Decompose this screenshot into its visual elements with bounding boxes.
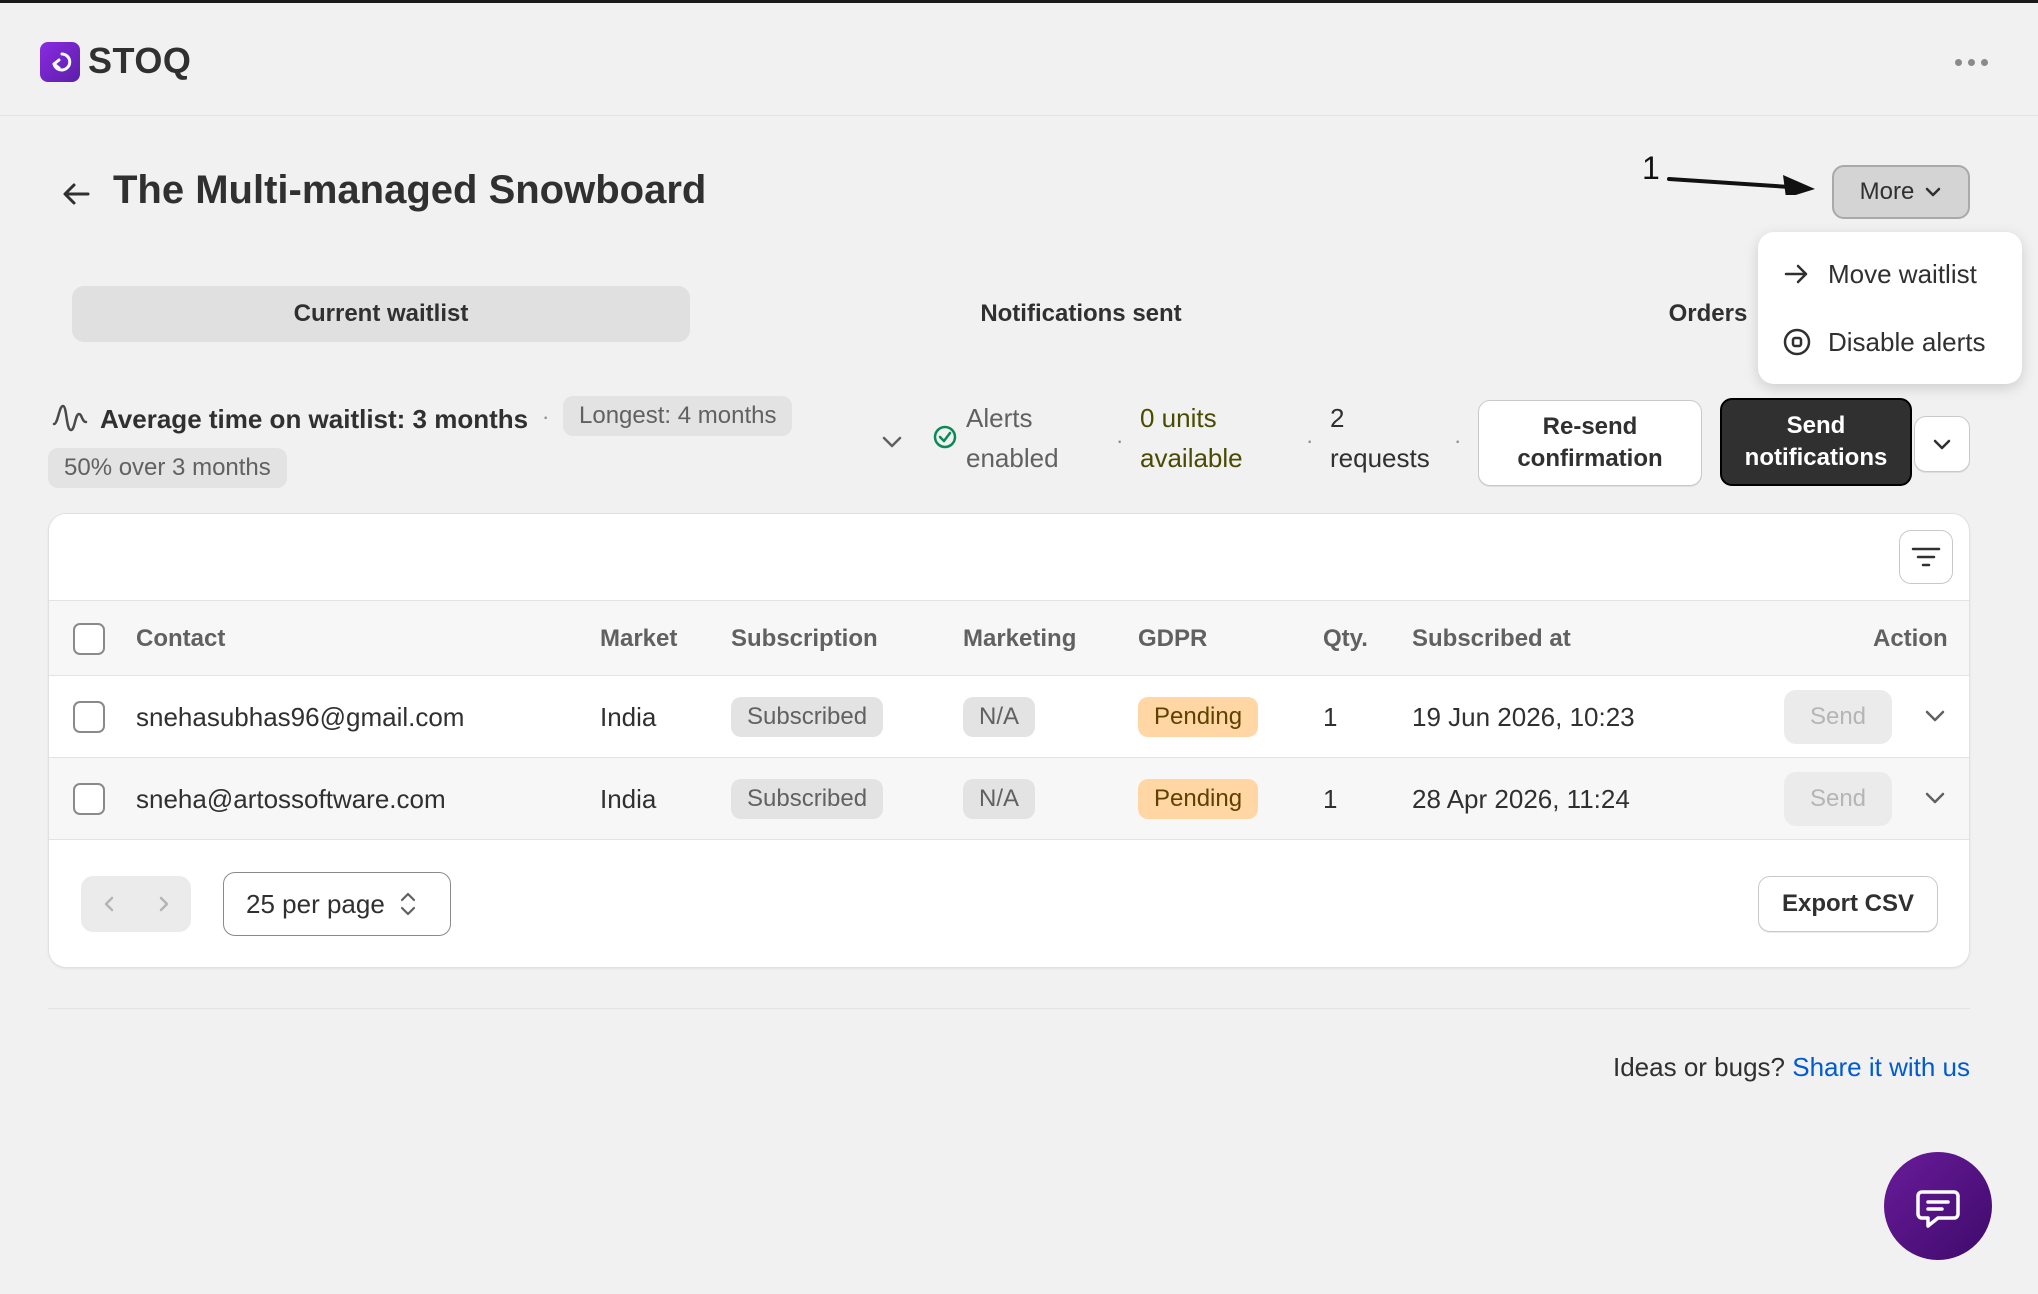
tab-current-waitlist[interactable]: Current waitlist	[72, 286, 690, 342]
qty-cell: 1	[1323, 783, 1338, 814]
contact-email: snehasubhas96@gmail.com	[136, 701, 465, 732]
avg-time-label: Average time on waitlist: 3 months	[100, 404, 529, 434]
waitlist-table-card: Contact Market Subscription Marketing GD…	[48, 513, 1970, 968]
requests-line-2: requests	[1330, 443, 1430, 473]
resend-line-1: Re-send	[1542, 413, 1638, 440]
feedback-text: Ideas or bugs?	[1613, 1052, 1786, 1082]
chevron-down-icon[interactable]	[1923, 786, 1947, 810]
top-edge	[0, 0, 2038, 3]
column-marketing[interactable]: Marketing	[963, 601, 1076, 677]
arrow-right-icon	[1784, 264, 1808, 284]
requests-line-1: 2	[1330, 403, 1345, 433]
export-csv-button[interactable]: Export CSV	[1758, 876, 1938, 932]
subscribed-at-cell: 28 Apr 2026, 11:24	[1412, 783, 1630, 814]
over-badge: 50% over 3 months	[48, 448, 287, 488]
waitlist-stats: Average time on waitlist: 3 months · Lon…	[48, 396, 1972, 496]
menu-item-label: Move waitlist	[1828, 258, 1977, 289]
alerts-line-2: enabled	[966, 443, 1059, 473]
market-cell: India	[600, 701, 657, 732]
more-button[interactable]: More	[1832, 165, 1970, 219]
subscription-badge: Subscribed	[731, 697, 884, 737]
separator-dot: ·	[1306, 428, 1314, 453]
alerts-line-1: Alerts	[966, 403, 1033, 433]
send-button[interactable]: Send	[1784, 690, 1892, 744]
column-qty[interactable]: Qty.	[1323, 601, 1368, 677]
send-options-dropdown[interactable]	[1914, 416, 1970, 472]
tab-notifications-sent[interactable]: Notifications sent	[772, 286, 1390, 342]
market-cell: India	[600, 783, 657, 814]
table-row[interactable]: snehasubhas96@gmail.com India Subscribed…	[49, 676, 1969, 758]
separator-dot: ·	[542, 404, 550, 429]
feedback-footer: Ideas or bugs? Share it with us	[1613, 1052, 1970, 1083]
units-line-1: 0 units	[1140, 403, 1217, 433]
chat-icon	[1916, 1190, 1960, 1228]
column-gdpr[interactable]: GDPR	[1138, 601, 1207, 677]
requests-count: 2 requests	[1330, 398, 1430, 478]
prev-page-icon[interactable]	[81, 876, 136, 932]
units-line-2: available	[1140, 443, 1243, 473]
top-bar: STOQ	[0, 0, 2038, 116]
send-line-2: notifications	[1744, 444, 1888, 471]
stoq-logo-icon	[40, 42, 80, 82]
back-arrow-icon[interactable]	[58, 176, 94, 212]
filter-icon	[1911, 547, 1941, 567]
column-contact[interactable]: Contact	[136, 601, 225, 677]
app-name: STOQ	[88, 40, 192, 81]
per-page-label: 25 per page	[246, 888, 385, 919]
gdpr-badge: Pending	[1138, 779, 1259, 819]
gdpr-badge: Pending	[1138, 697, 1259, 737]
filter-button[interactable]	[1899, 530, 1953, 584]
column-subscribed-at[interactable]: Subscribed at	[1412, 601, 1571, 677]
annotation-number: 1	[1642, 150, 1660, 186]
send-notifications-button[interactable]: Send notifications	[1720, 398, 1912, 486]
pagination-controls	[81, 876, 191, 932]
more-button-label: More	[1859, 178, 1915, 205]
share-feedback-link[interactable]: Share it with us	[1792, 1052, 1970, 1082]
column-market[interactable]: Market	[600, 601, 677, 677]
table-header: Contact Market Subscription Marketing GD…	[49, 600, 1969, 676]
longest-badge: Longest: 4 months	[563, 396, 793, 436]
pulse-icon	[52, 404, 88, 432]
separator-dot: ·	[1454, 428, 1462, 453]
subscribed-at-cell: 19 Jun 2026, 10:23	[1412, 701, 1635, 732]
annotation-arrow-icon	[1667, 175, 1815, 195]
chevron-down-icon	[1926, 187, 1941, 197]
subscription-badge: Subscribed	[731, 779, 884, 819]
column-action: Action	[1873, 625, 1948, 652]
marketing-badge: N/A	[963, 697, 1036, 737]
tab-orders[interactable]: Orders	[1522, 286, 1894, 342]
resend-line-2: confirmation	[1517, 445, 1663, 472]
chevron-down-icon[interactable]	[1923, 704, 1947, 728]
select-arrows-icon	[400, 892, 415, 916]
units-available: 0 units available	[1140, 398, 1243, 478]
row-checkbox[interactable]	[73, 701, 105, 733]
row-checkbox[interactable]	[73, 783, 105, 815]
select-all-checkbox[interactable]	[73, 623, 105, 655]
per-page-select[interactable]: 25 per page	[223, 872, 451, 936]
alerts-status: Alerts enabled	[966, 398, 1059, 478]
more-options-icon[interactable]	[1955, 52, 1989, 72]
send-button[interactable]: Send	[1784, 772, 1892, 826]
column-subscription[interactable]: Subscription	[731, 601, 878, 677]
footer-divider	[48, 1008, 1970, 1009]
contact-email: sneha@artossoftware.com	[136, 783, 446, 814]
next-page-icon[interactable]	[136, 876, 191, 932]
separator-dot: ·	[1116, 428, 1124, 453]
tab-bar: Current waitlist Notifications sent Orde…	[72, 286, 1972, 342]
send-line-1: Send	[1786, 412, 1846, 439]
chevron-down-icon[interactable]	[880, 430, 904, 454]
chevron-down-icon	[1933, 439, 1951, 450]
marketing-badge: N/A	[963, 779, 1036, 819]
chat-button[interactable]	[1884, 1152, 1992, 1260]
resend-confirmation-button[interactable]: Re-send confirmation	[1478, 400, 1702, 486]
table-row[interactable]: sneha@artossoftware.com India Subscribed…	[49, 758, 1969, 840]
qty-cell: 1	[1323, 701, 1338, 732]
check-circle-icon	[933, 425, 957, 449]
page-title: The Multi-managed Snowboard	[113, 168, 707, 212]
